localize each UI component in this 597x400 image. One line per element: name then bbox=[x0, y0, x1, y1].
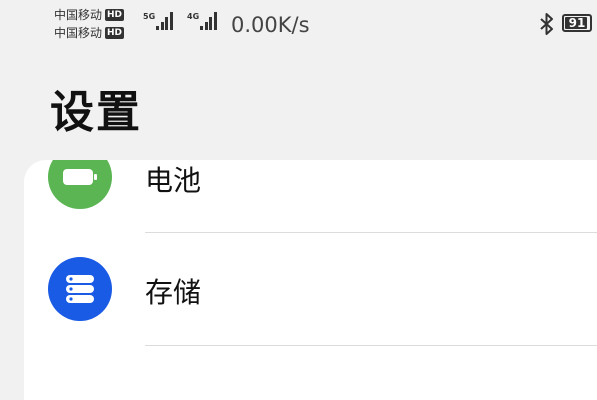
carrier-name-1: 中国移动 bbox=[54, 8, 103, 22]
signal-bar bbox=[209, 17, 213, 30]
settings-item-battery[interactable]: 电池 bbox=[24, 160, 597, 235]
signal-4g-icon: 4G bbox=[187, 12, 218, 30]
signal-4g-label: 4G bbox=[187, 12, 200, 21]
battery-icon bbox=[48, 160, 112, 209]
settings-list: 电池 存储 bbox=[24, 160, 597, 400]
signal-bar bbox=[165, 17, 169, 30]
status-bar: 中国移动 HD 中国移动 HD 5G 4G 0.00K/s 91 bbox=[0, 0, 597, 48]
settings-item-label: 存储 bbox=[145, 276, 202, 309]
signal-bar bbox=[169, 12, 173, 30]
hd-badge-1: HD bbox=[105, 9, 125, 21]
settings-item-storage[interactable]: 存储 bbox=[24, 233, 597, 345]
page-title: 设置 bbox=[50, 87, 142, 138]
battery-indicator: 91 bbox=[562, 14, 592, 32]
storage-icon bbox=[48, 257, 112, 321]
settings-item-label: 电池 bbox=[145, 164, 202, 197]
signal-5g-icon: 5G bbox=[143, 12, 174, 30]
battery-level: 91 bbox=[568, 16, 586, 30]
battery-glyph-icon bbox=[63, 169, 97, 185]
signal-bar bbox=[200, 26, 204, 30]
signal-bar bbox=[160, 22, 164, 30]
carrier-info: 中国移动 HD 中国移动 HD bbox=[54, 6, 125, 42]
carrier-line-1: 中国移动 HD bbox=[54, 6, 125, 24]
network-speed: 0.00K/s bbox=[231, 13, 310, 37]
signal-bar bbox=[156, 26, 160, 30]
carrier-name-2: 中国移动 bbox=[54, 26, 103, 40]
carrier-line-2: 中国移动 HD bbox=[54, 24, 125, 42]
divider bbox=[145, 345, 597, 346]
signal-5g-label: 5G bbox=[143, 12, 156, 21]
bluetooth-icon bbox=[540, 13, 553, 35]
storage-glyph-icon bbox=[66, 275, 94, 303]
hd-badge-2: HD bbox=[105, 27, 125, 39]
signal-bar bbox=[204, 22, 208, 30]
signal-bar bbox=[213, 12, 217, 30]
